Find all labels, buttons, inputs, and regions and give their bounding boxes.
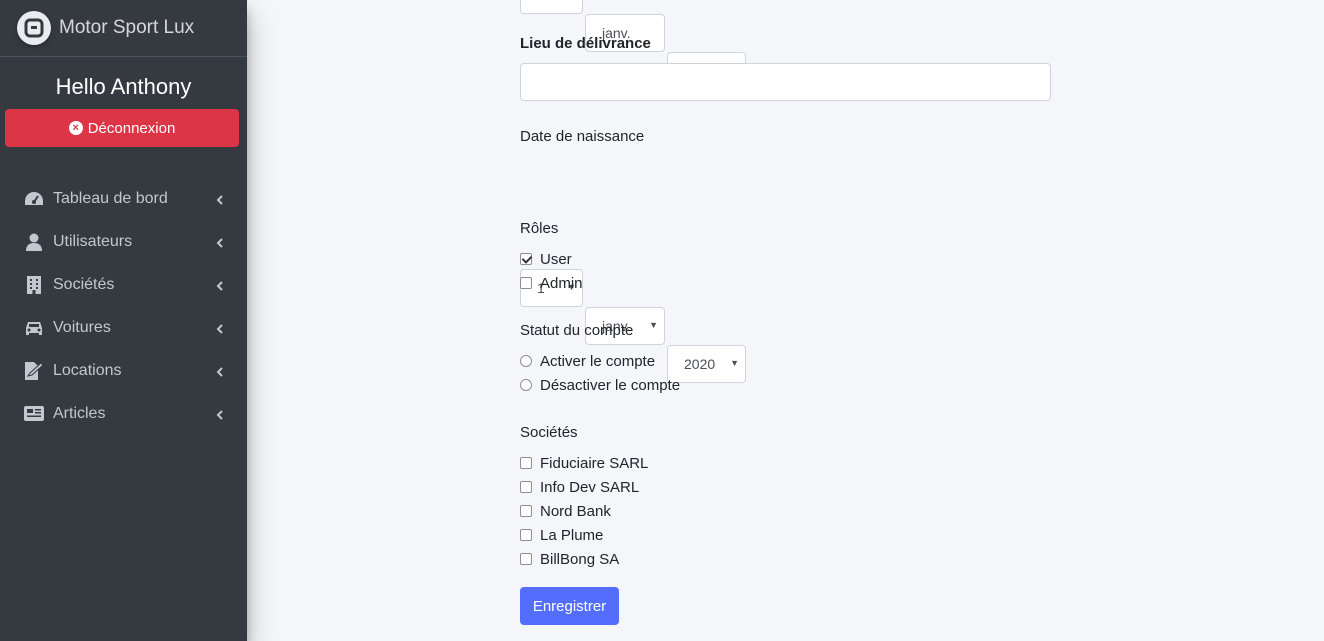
- car-icon: [24, 318, 44, 338]
- roles-group: User Admin: [520, 247, 583, 295]
- sidebar-item-label: Tableau de bord: [53, 189, 168, 207]
- brand-name: Motor Sport Lux: [59, 17, 195, 38]
- company-checkbox[interactable]: [520, 529, 532, 541]
- sidebar: Motor Sport Lux Hello Anthony × Déconnex…: [0, 0, 247, 641]
- roles-label: Rôles: [520, 220, 559, 237]
- chevron-left-icon: [216, 192, 223, 210]
- company-checkbox[interactable]: [520, 553, 532, 565]
- option-label: User: [540, 250, 572, 268]
- sidebar-item-label: Articles: [53, 404, 106, 422]
- status-deactivate-option[interactable]: Désactiver le compte: [520, 373, 680, 397]
- top-day-select[interactable]: 1: [520, 0, 583, 14]
- company-option[interactable]: Nord Bank: [520, 499, 648, 523]
- sidebar-item-label: Utilisateurs: [53, 232, 133, 250]
- caret-down-icon: ▼: [730, 358, 739, 368]
- lieu-label: Lieu de délivrance: [520, 35, 651, 52]
- sidebar-item-label: Locations: [53, 361, 122, 379]
- sidebar-item-companies[interactable]: Sociétés: [0, 263, 247, 306]
- chevron-left-icon: [216, 321, 223, 339]
- building-icon: [24, 275, 44, 295]
- tachometer-icon: [24, 189, 44, 209]
- company-checkbox[interactable]: [520, 457, 532, 469]
- option-label: Admin: [540, 274, 583, 292]
- company-option[interactable]: La Plume: [520, 523, 648, 547]
- caret-down-icon: ▼: [649, 320, 658, 330]
- option-label: Info Dev SARL: [540, 478, 640, 496]
- user-icon: [24, 232, 44, 252]
- option-label: Activer le compte: [540, 352, 656, 370]
- status-label: Statut du compte: [520, 322, 634, 339]
- newspaper-icon: [24, 404, 44, 424]
- sidebar-item-dashboard[interactable]: Tableau de bord: [0, 177, 247, 220]
- times-circle-icon: ×: [68, 121, 83, 135]
- birth-date-label: Date de naissance: [520, 128, 645, 145]
- sidebar-item-label: Voitures: [53, 318, 111, 336]
- company-option[interactable]: BillBong SA: [520, 547, 648, 571]
- brand-link[interactable]: Motor Sport Lux: [0, 0, 247, 57]
- main-content: 1 janv. 2020 Lieu de délivrance Date de …: [247, 0, 1324, 641]
- sidebar-nav: Tableau de bord Utilisateurs Sociétés Vo…: [0, 177, 247, 435]
- company-checkbox[interactable]: [520, 505, 532, 517]
- sidebar-item-cars[interactable]: Voitures: [0, 306, 247, 349]
- option-label: BillBong SA: [540, 550, 620, 568]
- companies-label: Sociétés: [520, 424, 578, 441]
- option-label: Désactiver le compte: [540, 376, 681, 394]
- status-activate-radio[interactable]: [520, 355, 532, 367]
- chevron-left-icon: [216, 235, 223, 253]
- chevron-left-icon: [216, 278, 223, 296]
- companies-group: Fiduciaire SARL Info Dev SARL Nord Bank …: [520, 451, 648, 571]
- save-button[interactable]: Enregistrer: [520, 587, 619, 625]
- company-option[interactable]: Fiduciaire SARL: [520, 451, 648, 475]
- logout-label: Déconnexion: [87, 119, 176, 137]
- sidebar-item-rentals[interactable]: Locations: [0, 349, 247, 392]
- user-greeting: Hello Anthony: [55, 74, 192, 99]
- role-user-checkbox[interactable]: [520, 253, 532, 265]
- chevron-left-icon: [216, 364, 223, 382]
- role-user-option[interactable]: User: [520, 247, 583, 271]
- option-label: Fiduciaire SARL: [540, 454, 649, 472]
- role-admin-option[interactable]: Admin: [520, 271, 583, 295]
- user-form: 1 janv. 2020 Lieu de délivrance Date de …: [520, 0, 1051, 625]
- status-deactivate-radio[interactable]: [520, 379, 532, 391]
- file-signature-icon: [24, 361, 44, 381]
- chevron-left-icon: [216, 407, 223, 425]
- select-value: 1: [537, 0, 545, 3]
- lieu-input[interactable]: [520, 63, 1051, 101]
- company-checkbox[interactable]: [520, 481, 532, 493]
- option-label: Nord Bank: [540, 502, 611, 520]
- brand-logo-icon: [17, 11, 51, 45]
- sidebar-item-users[interactable]: Utilisateurs: [0, 220, 247, 263]
- select-value: 2020: [684, 356, 716, 372]
- sidebar-item-label: Sociétés: [53, 275, 115, 293]
- sidebar-item-articles[interactable]: Articles: [0, 392, 247, 435]
- option-label: La Plume: [540, 526, 604, 544]
- role-admin-checkbox[interactable]: [520, 277, 532, 289]
- logout-button[interactable]: × Déconnexion: [5, 109, 239, 147]
- status-group: Activer le compte Désactiver le compte: [520, 349, 680, 397]
- status-activate-option[interactable]: Activer le compte: [520, 349, 680, 373]
- company-option[interactable]: Info Dev SARL: [520, 475, 648, 499]
